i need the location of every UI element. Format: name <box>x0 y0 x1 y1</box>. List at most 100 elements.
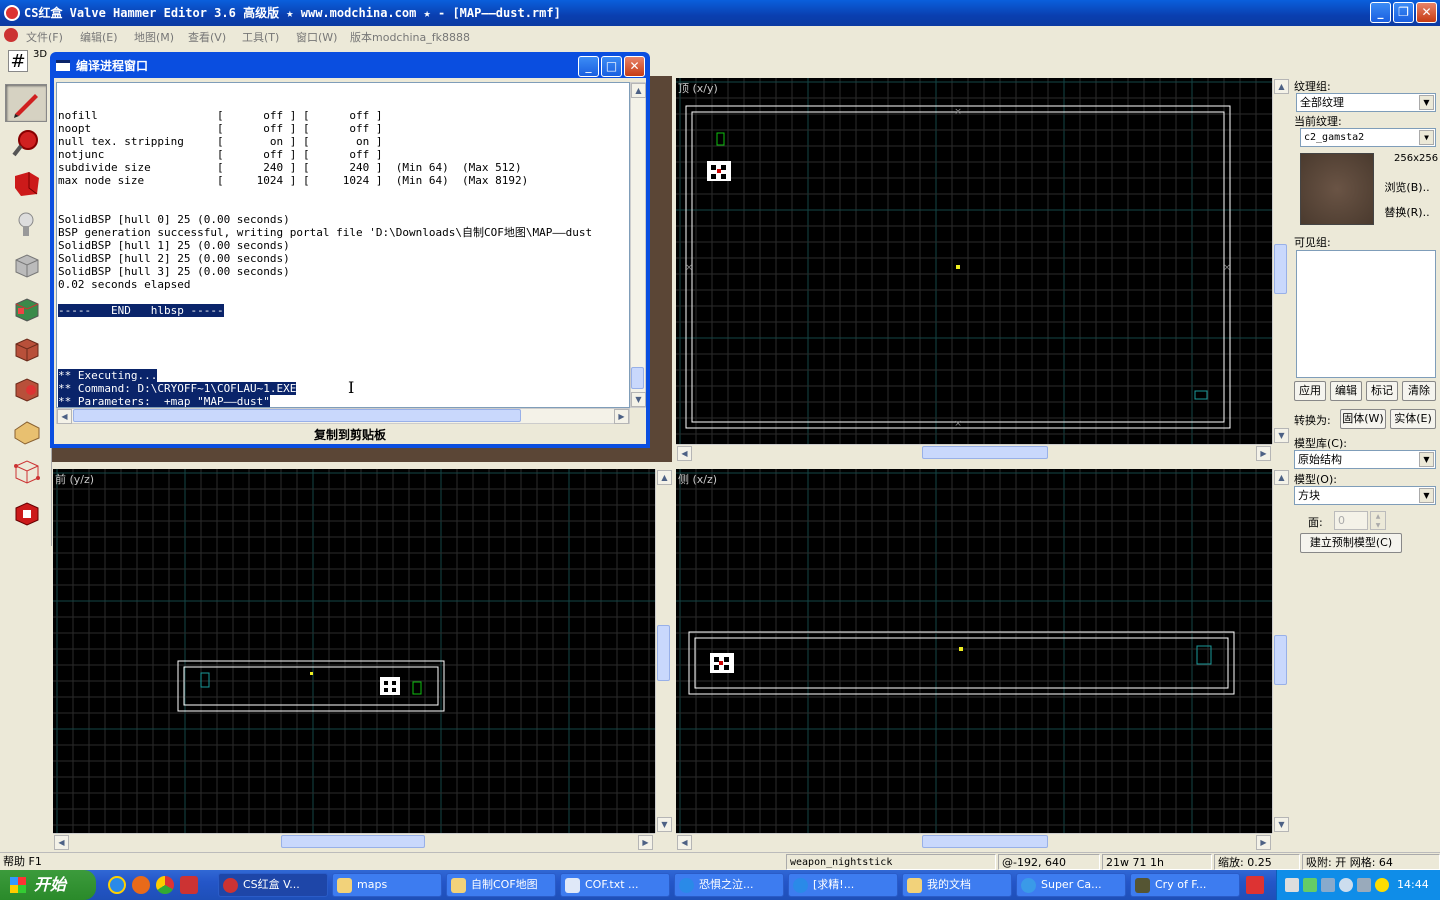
task-maps[interactable]: maps <box>332 873 442 897</box>
top-view-hscroll[interactable]: ◀ ▶ <box>676 444 1272 462</box>
entity-tool[interactable] <box>5 206 47 244</box>
3d-grid-button[interactable]: 3D <box>31 50 49 72</box>
menu-window[interactable]: 窗口(W) <box>296 29 337 45</box>
scroll-right-icon[interactable]: ▶ <box>1256 835 1271 850</box>
edit-button[interactable]: 编辑 <box>1330 381 1362 401</box>
texture-tool[interactable] <box>5 290 47 328</box>
tray-icon-3[interactable] <box>1321 878 1335 892</box>
camera-tool[interactable] <box>5 164 47 202</box>
scroll-right-icon[interactable]: ▶ <box>1256 446 1271 461</box>
menu-view[interactable]: 查看(V) <box>188 29 226 45</box>
log-vscroll[interactable]: ▲ ▼ <box>630 82 646 408</box>
scroll-thumb[interactable] <box>281 835 425 848</box>
top-view[interactable]: × × × × 顶 (x/y) <box>676 78 1272 444</box>
firefox-icon[interactable] <box>132 876 150 894</box>
task-browser-1[interactable]: 恐惧之泣... <box>674 873 784 897</box>
copy-to-clipboard-button[interactable]: 复制到剪贴板 <box>56 426 644 444</box>
chevron-down-icon[interactable]: ▼ <box>1419 130 1434 145</box>
selection-tool[interactable] <box>5 84 47 122</box>
side-view[interactable]: 侧 (x/z) <box>676 469 1272 833</box>
scroll-down-icon[interactable]: ▼ <box>631 392 646 407</box>
tray-icon-1[interactable] <box>1285 878 1299 892</box>
menu-edit[interactable]: 编辑(E) <box>80 29 118 45</box>
scroll-up-icon[interactable]: ▲ <box>657 470 672 485</box>
volume-icon[interactable] <box>1339 878 1353 892</box>
chevron-down-icon[interactable]: ▼ <box>1419 452 1434 467</box>
top-view-vscroll[interactable]: ▲ ▼ <box>1272 78 1289 444</box>
to-entity-button[interactable]: 实体(E) <box>1390 409 1436 429</box>
scroll-left-icon[interactable]: ◀ <box>57 409 72 424</box>
browse-button[interactable]: 浏览(B).. <box>1378 179 1436 199</box>
side-view-hscroll[interactable]: ◀ ▶ <box>676 833 1272 850</box>
scroll-left-icon[interactable]: ◀ <box>677 835 692 850</box>
block-tool[interactable] <box>5 246 47 284</box>
front-view-hscroll[interactable]: ◀ ▶ <box>53 833 655 850</box>
media-icon[interactable] <box>180 876 198 894</box>
scroll-thumb[interactable] <box>922 835 1048 848</box>
scroll-thumb[interactable] <box>1274 244 1287 294</box>
log-hscroll[interactable]: ◀ ▶ <box>56 408 630 424</box>
scroll-left-icon[interactable]: ◀ <box>54 835 69 850</box>
chevron-down-icon[interactable]: ▼ <box>1419 488 1434 503</box>
scroll-left-icon[interactable]: ◀ <box>677 446 692 461</box>
ie-icon[interactable] <box>108 876 126 894</box>
chrome-icon[interactable] <box>156 876 174 894</box>
minimize-button[interactable]: _ <box>1370 2 1391 23</box>
texture-preview[interactable] <box>1300 153 1374 225</box>
scroll-thumb[interactable] <box>657 625 670 681</box>
menu-version[interactable]: 版本modchina_fk8888 <box>350 29 470 45</box>
mark-button[interactable]: 标记 <box>1366 381 1398 401</box>
task-cry-of-fear[interactable]: Cry of F... <box>1130 873 1240 897</box>
scroll-down-icon[interactable]: ▼ <box>1274 428 1289 443</box>
scroll-up-icon[interactable]: ▲ <box>1274 470 1289 485</box>
scroll-up-icon[interactable]: ▲ <box>631 83 646 98</box>
chevron-down-icon[interactable]: ▼ <box>1419 95 1434 110</box>
close-button[interactable]: ✕ <box>1416 2 1437 23</box>
purge-button[interactable]: 清除 <box>1402 381 1436 401</box>
visgroup-list[interactable] <box>1296 250 1436 378</box>
task-super-ca[interactable]: Super Ca... <box>1016 873 1126 897</box>
apply-button[interactable]: 应用 <box>1294 381 1326 401</box>
scroll-thumb[interactable] <box>631 367 644 389</box>
menu-map[interactable]: 地图(M) <box>134 29 174 45</box>
clip-tool[interactable] <box>5 412 47 450</box>
scroll-down-icon[interactable]: ▼ <box>1274 817 1289 832</box>
compile-minimize-button[interactable]: _ <box>578 56 599 77</box>
front-view-vscroll[interactable]: ▲ ▼ <box>655 469 672 833</box>
task-cof-txt[interactable]: COF.txt ... <box>560 873 670 897</box>
grid-toggle-button[interactable]: # <box>8 50 28 72</box>
task-hammer[interactable]: CS红盒 V... <box>218 873 328 897</box>
network-icon[interactable] <box>1357 878 1371 892</box>
magnify-tool[interactable] <box>5 124 47 162</box>
tray-icon-2[interactable] <box>1303 878 1317 892</box>
side-view-vscroll[interactable]: ▲ ▼ <box>1272 469 1289 833</box>
faces-input[interactable]: 0 <box>1334 511 1368 530</box>
scroll-thumb[interactable] <box>73 409 521 422</box>
texture-group-select[interactable]: 全部纹理 ▼ <box>1296 93 1436 112</box>
clock[interactable]: 14:44 <box>1397 878 1429 891</box>
compile-log[interactable]: nofill [ off ] [ off ] noopt [ off ] [ of… <box>56 82 630 408</box>
compile-maximize-button[interactable]: □ <box>601 56 622 77</box>
start-button[interactable]: 开始 <box>0 870 96 900</box>
menu-tools[interactable]: 工具(T) <box>242 29 279 45</box>
scroll-right-icon[interactable]: ▶ <box>638 835 653 850</box>
update-icon[interactable] <box>1375 878 1389 892</box>
menu-file[interactable]: 文件(F) <box>26 29 63 45</box>
create-prefab-button[interactable]: 建立预制模型(C) <box>1300 533 1402 553</box>
path-tool[interactable] <box>5 494 47 532</box>
scroll-up-icon[interactable]: ▲ <box>1274 79 1289 94</box>
vertex-tool[interactable] <box>5 452 47 490</box>
prefab-library-select[interactable]: 原始结构 ▼ <box>1294 450 1436 469</box>
input-method-icon[interactable] <box>1246 876 1264 894</box>
faces-stepper[interactable]: ▲ ▼ <box>1370 511 1386 530</box>
front-view[interactable]: 前 (y/z) <box>53 469 655 833</box>
scroll-down-icon[interactable]: ▼ <box>657 817 672 832</box>
restore-button[interactable]: ❐ <box>1393 2 1414 23</box>
to-world-button[interactable]: 固体(W) <box>1340 409 1386 429</box>
prefab-select[interactable]: 方块 ▼ <box>1294 486 1436 505</box>
task-browser-2[interactable]: [求精!... <box>788 873 898 897</box>
replace-button[interactable]: 替换(R).. <box>1378 204 1436 224</box>
apply-texture-tool[interactable] <box>5 330 47 368</box>
task-cof-folder[interactable]: 自制COF地图 <box>446 873 556 897</box>
task-my-documents[interactable]: 我的文档 <box>902 873 1012 897</box>
